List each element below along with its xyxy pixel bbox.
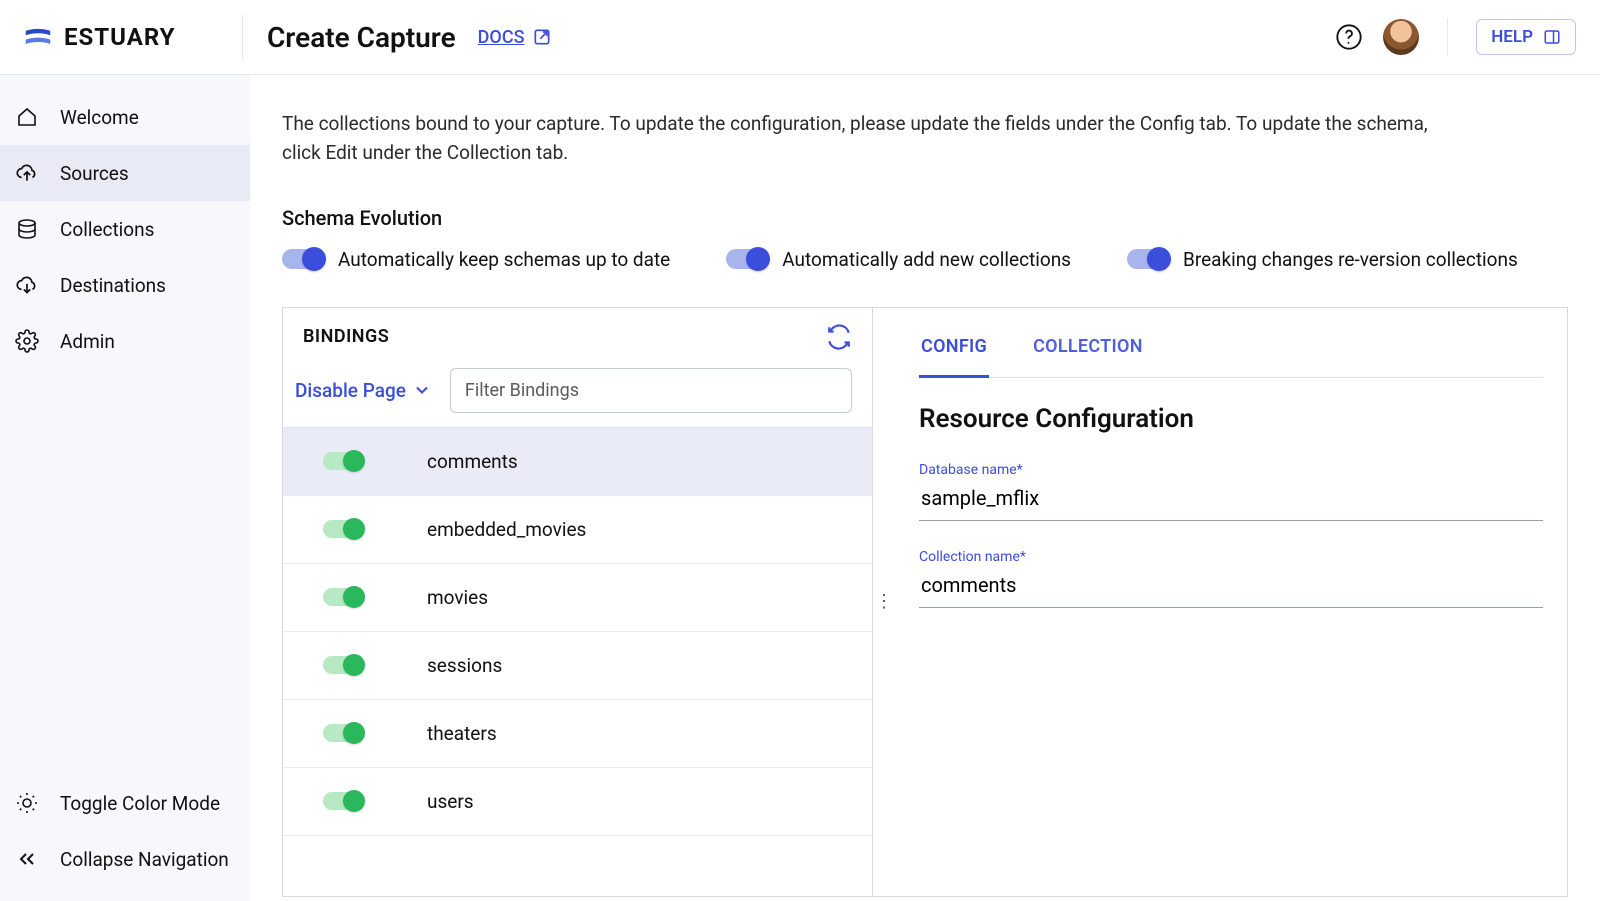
brand-name: ESTUARY	[64, 23, 176, 51]
sidebar-item-destinations[interactable]: Destinations	[0, 257, 250, 313]
gear-icon	[14, 328, 40, 354]
sidebar-item-admin[interactable]: Admin	[0, 313, 250, 369]
sidebar-item-label: Admin	[60, 330, 115, 353]
binding-toggle[interactable]	[323, 724, 363, 742]
help-button-label: HELP	[1491, 27, 1533, 47]
chevrons-left-icon	[14, 846, 40, 872]
toggle-reversion: Breaking changes re-version collections	[1127, 248, 1518, 271]
docs-link-label: DOCS	[478, 27, 525, 48]
collection-name-input[interactable]	[919, 565, 1543, 608]
binding-name: movies	[427, 586, 488, 609]
binding-name: embedded_movies	[427, 518, 586, 541]
sidebar-item-label: Collections	[60, 218, 154, 241]
field-label: Collection name*	[919, 549, 1543, 565]
binding-toggle[interactable]	[323, 520, 363, 538]
external-link-icon	[532, 27, 552, 47]
field-database-name: Database name*	[919, 462, 1543, 521]
toggle-label: Breaking changes re-version collections	[1183, 248, 1518, 271]
binding-row[interactable]: theaters	[283, 700, 872, 768]
docs-link[interactable]: DOCS	[478, 27, 553, 48]
binding-name: theaters	[427, 722, 497, 745]
bindings-panel: BINDINGS Disable Page	[283, 308, 873, 896]
sidebar-item-sources[interactable]: Sources	[0, 145, 250, 201]
page-title: Create Capture	[267, 21, 456, 54]
binding-row[interactable]: comments	[283, 428, 872, 496]
binding-toggle[interactable]	[323, 656, 363, 674]
toggle-switch[interactable]	[726, 249, 768, 269]
database-icon	[14, 216, 40, 242]
intro-text: The collections bound to your capture. T…	[282, 109, 1462, 168]
sidebar-item-label: Toggle Color Mode	[60, 792, 220, 815]
panels: BINDINGS Disable Page	[282, 307, 1568, 897]
toggle-add-collections: Automatically add new collections	[726, 248, 1071, 271]
database-name-input[interactable]	[919, 478, 1543, 521]
resource-configuration-title: Resource Configuration	[919, 404, 1543, 434]
chevron-down-icon	[412, 380, 432, 400]
toggle-keep-schemas: Automatically keep schemas up to date	[282, 248, 670, 271]
filter-bindings-input[interactable]	[450, 368, 852, 413]
sidebar-item-label: Welcome	[60, 106, 139, 129]
binding-row[interactable]: sessions	[283, 632, 872, 700]
cloud-upload-icon	[14, 160, 40, 186]
toggle-color-mode[interactable]: Toggle Color Mode	[0, 775, 250, 831]
field-collection-name: Collection name*	[919, 549, 1543, 608]
header-right: HELP	[1335, 18, 1576, 56]
binding-row[interactable]: movies	[283, 564, 872, 632]
help-circle-icon[interactable]	[1335, 23, 1363, 51]
binding-toggle[interactable]	[323, 588, 363, 606]
help-button[interactable]: HELP	[1476, 19, 1576, 55]
schema-toggles-row: Automatically keep schemas up to date Au…	[282, 248, 1568, 271]
brand: ESTUARY	[24, 23, 242, 51]
collapse-navigation[interactable]: Collapse Navigation	[0, 831, 250, 887]
config-tabs: CONFIG COLLECTION	[919, 336, 1543, 378]
toggle-label: Automatically keep schemas up to date	[338, 248, 670, 271]
sidebar: Welcome Sources Collections Destinations	[0, 75, 250, 901]
sidebar-bottom: Toggle Color Mode Collapse Navigation	[0, 775, 250, 901]
sidebar-item-label: Destinations	[60, 274, 166, 297]
disable-page-label: Disable Page	[295, 379, 406, 402]
sidebar-item-label: Sources	[60, 162, 129, 185]
header-divider	[1447, 18, 1448, 56]
config-panel: CONFIG COLLECTION Resource Configuration…	[895, 308, 1567, 896]
binding-name: users	[427, 790, 474, 813]
panel-right-icon	[1543, 28, 1561, 46]
binding-row[interactable]: users	[283, 768, 872, 836]
brand-logo-icon	[24, 23, 52, 51]
binding-row[interactable]: embedded_movies	[283, 496, 872, 564]
refresh-icon[interactable]	[826, 324, 852, 350]
toggle-switch[interactable]	[1127, 249, 1169, 269]
binding-toggle[interactable]	[323, 452, 363, 470]
tab-collection[interactable]: COLLECTION	[1031, 336, 1145, 377]
sidebar-item-collections[interactable]: Collections	[0, 201, 250, 257]
toggle-label: Automatically add new collections	[782, 248, 1071, 271]
binding-name: comments	[427, 450, 518, 473]
bindings-list: comments embedded_movies movies sessions	[283, 428, 872, 836]
sidebar-item-label: Collapse Navigation	[60, 848, 229, 871]
cloud-download-icon	[14, 272, 40, 298]
binding-toggle[interactable]	[323, 792, 363, 810]
toggle-switch[interactable]	[282, 249, 324, 269]
disable-page-button[interactable]: Disable Page	[295, 379, 432, 402]
sun-icon	[14, 790, 40, 816]
resize-handle[interactable]: ⋮	[873, 308, 895, 896]
bindings-title: BINDINGS	[303, 326, 389, 347]
main-content: The collections bound to your capture. T…	[250, 75, 1600, 901]
app-header: ESTUARY Create Capture DOCS HELP	[0, 0, 1600, 75]
sidebar-nav: Welcome Sources Collections Destinations	[0, 75, 250, 775]
sidebar-item-welcome[interactable]: Welcome	[0, 89, 250, 145]
header-divider	[242, 15, 243, 59]
schema-evolution-title: Schema Evolution	[282, 206, 1568, 230]
avatar[interactable]	[1383, 19, 1419, 55]
binding-name: sessions	[427, 654, 502, 677]
home-icon	[14, 104, 40, 130]
tab-config[interactable]: CONFIG	[919, 336, 989, 378]
field-label: Database name*	[919, 462, 1543, 478]
